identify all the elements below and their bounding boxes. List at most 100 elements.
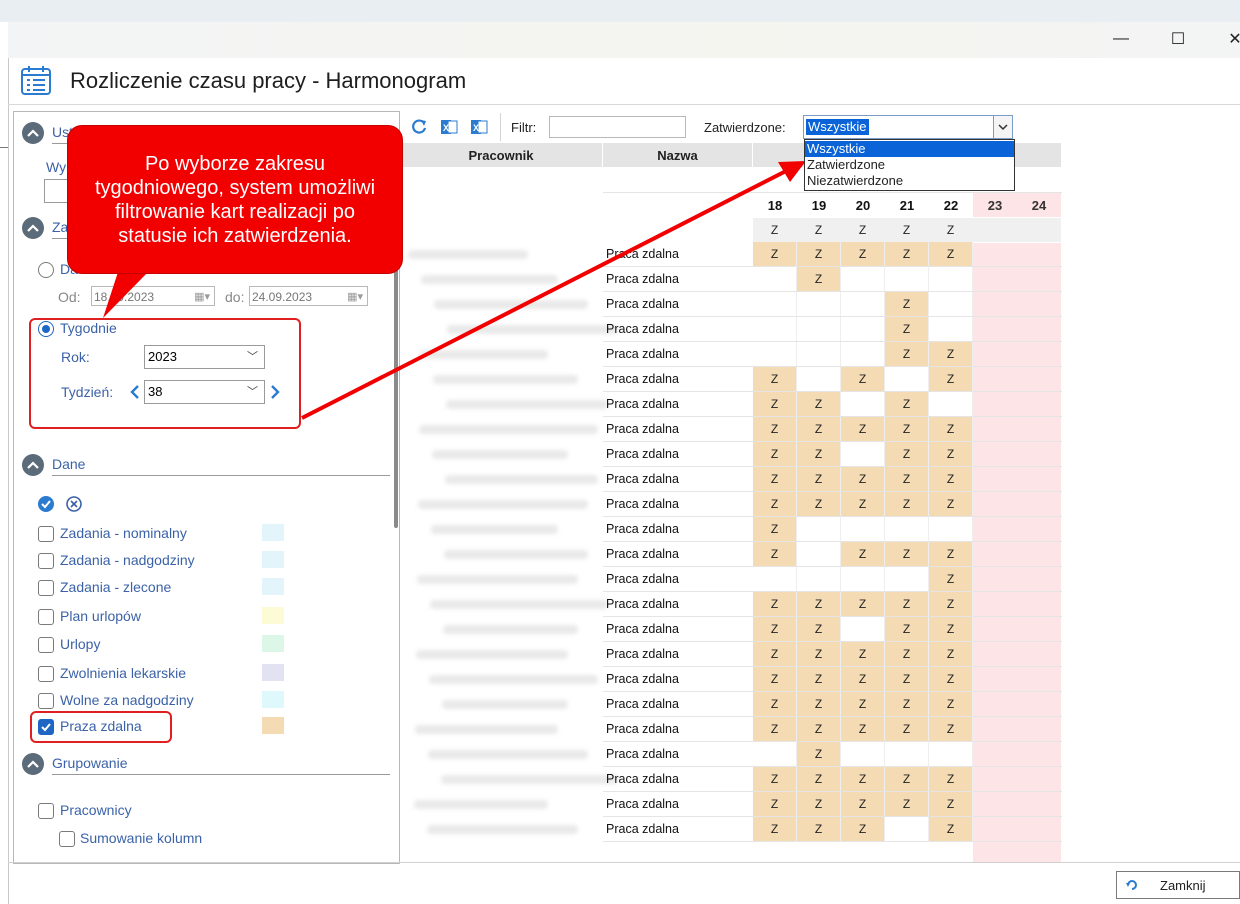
day-cell[interactable] (841, 317, 885, 341)
day-cell[interactable]: Z (753, 467, 797, 491)
day-cell[interactable]: Z (841, 792, 885, 816)
day-cell[interactable] (885, 267, 929, 291)
day-cell[interactable]: Z (753, 642, 797, 666)
day-cell[interactable]: Z (753, 392, 797, 416)
day-cell[interactable]: Z (797, 592, 841, 616)
day-cell[interactable] (929, 267, 973, 291)
day-cell[interactable]: Z (753, 542, 797, 566)
day-cell[interactable] (885, 517, 929, 541)
filter-input[interactable] (549, 116, 686, 138)
uncheck-all-icon[interactable] (66, 496, 82, 512)
day-cell[interactable] (841, 392, 885, 416)
day-cell[interactable]: Z (885, 242, 929, 266)
calendar-icon[interactable]: ▦▾ (347, 287, 363, 307)
day-cell[interactable]: Z (885, 542, 929, 566)
day-cell[interactable]: Z (797, 492, 841, 516)
day-cell[interactable] (929, 292, 973, 316)
day-cell[interactable]: Z (841, 642, 885, 666)
day-cell[interactable]: Z (797, 467, 841, 491)
day-cell[interactable]: Z (929, 242, 973, 266)
day-cell[interactable]: Z (885, 392, 929, 416)
day-cell[interactable] (797, 567, 841, 591)
radio-daty[interactable] (38, 262, 54, 278)
day-cell[interactable] (929, 392, 973, 416)
day-cell[interactable]: Z (929, 717, 973, 741)
day-cell[interactable]: Z (929, 342, 973, 366)
day-cell[interactable]: Z (929, 642, 973, 666)
day-cell[interactable] (929, 317, 973, 341)
day-cell[interactable] (753, 292, 797, 316)
day-cell[interactable]: Z (885, 617, 929, 641)
collapse-icon[interactable] (22, 454, 44, 476)
date-to-input[interactable]: 24.09.2023 ▦▾ (249, 286, 368, 306)
day-cell[interactable]: Z (753, 367, 797, 391)
day-cell[interactable]: Z (885, 592, 929, 616)
data-checkbox[interactable] (38, 553, 54, 569)
day-cell[interactable]: Z (841, 592, 885, 616)
day-header[interactable]: 19 (797, 193, 841, 217)
day-cell[interactable]: Z (929, 592, 973, 616)
day-cell[interactable]: Z (753, 817, 797, 841)
day-cell[interactable] (753, 567, 797, 591)
day-cell[interactable]: Z (753, 492, 797, 516)
day-cell[interactable]: Z (885, 767, 929, 791)
day-cell[interactable] (841, 567, 885, 591)
day-cell[interactable] (841, 617, 885, 641)
day-cell[interactable]: Z (753, 242, 797, 266)
day-cell[interactable] (885, 367, 929, 391)
chevron-down-icon[interactable] (993, 116, 1012, 138)
day-cell[interactable]: Z (885, 292, 929, 316)
day-cell[interactable]: Z (753, 442, 797, 466)
day-cell[interactable]: Z (797, 617, 841, 641)
day-cell[interactable]: Z (885, 667, 929, 691)
day-cell[interactable]: Z (929, 367, 973, 391)
data-checkbox[interactable] (38, 526, 54, 542)
day-cell[interactable]: Z (841, 692, 885, 716)
day-cell[interactable]: Z (841, 242, 885, 266)
day-cell[interactable]: Z (797, 642, 841, 666)
day-cell[interactable]: Z (753, 692, 797, 716)
collapse-icon[interactable] (22, 122, 44, 144)
day-cell[interactable] (753, 342, 797, 366)
day-cell[interactable]: Z (841, 417, 885, 441)
excel-export-all-icon[interactable]: X (470, 118, 488, 136)
day-cell[interactable]: Z (753, 767, 797, 791)
day-cell[interactable]: Z (929, 767, 973, 791)
column-header-pracownik[interactable]: Pracownik (400, 143, 603, 167)
calendar-icon[interactable]: ▦▾ (194, 287, 210, 307)
day-cell[interactable]: Z (841, 817, 885, 841)
day-cell[interactable]: Z (885, 417, 929, 441)
day-header[interactable]: 23 (973, 193, 1017, 217)
approved-select[interactable]: Wszystkie (803, 115, 1013, 139)
day-cell[interactable]: Z (841, 667, 885, 691)
day-cell[interactable]: Z (885, 342, 929, 366)
day-cell[interactable]: Z (797, 417, 841, 441)
day-cell[interactable] (753, 267, 797, 291)
data-checkbox[interactable] (38, 580, 54, 596)
day-cell[interactable]: Z (753, 717, 797, 741)
day-cell[interactable]: Z (885, 717, 929, 741)
day-cell[interactable] (797, 367, 841, 391)
day-cell[interactable]: Z (929, 692, 973, 716)
day-cell[interactable]: Z (797, 442, 841, 466)
data-checkbox[interactable] (38, 693, 54, 709)
day-cell[interactable] (753, 742, 797, 766)
day-cell[interactable]: Z (885, 692, 929, 716)
collapse-icon[interactable] (22, 217, 44, 239)
day-cell[interactable]: Z (841, 367, 885, 391)
day-cell[interactable]: Z (885, 492, 929, 516)
column-header-nazwa[interactable]: Nazwa (603, 143, 753, 167)
day-cell[interactable]: Z (797, 742, 841, 766)
day-cell[interactable]: Z (841, 492, 885, 516)
day-cell[interactable]: Z (929, 417, 973, 441)
day-cell[interactable] (753, 317, 797, 341)
section-grouping-header[interactable]: Grupowanie (22, 753, 392, 777)
day-cell[interactable]: Z (929, 442, 973, 466)
day-header[interactable]: 24 (1017, 193, 1061, 217)
day-cell[interactable]: Z (885, 642, 929, 666)
day-cell[interactable] (797, 317, 841, 341)
day-cell[interactable]: Z (753, 667, 797, 691)
close-button[interactable]: Zamknij (1116, 871, 1240, 899)
day-cell[interactable] (841, 517, 885, 541)
day-cell[interactable] (929, 517, 973, 541)
